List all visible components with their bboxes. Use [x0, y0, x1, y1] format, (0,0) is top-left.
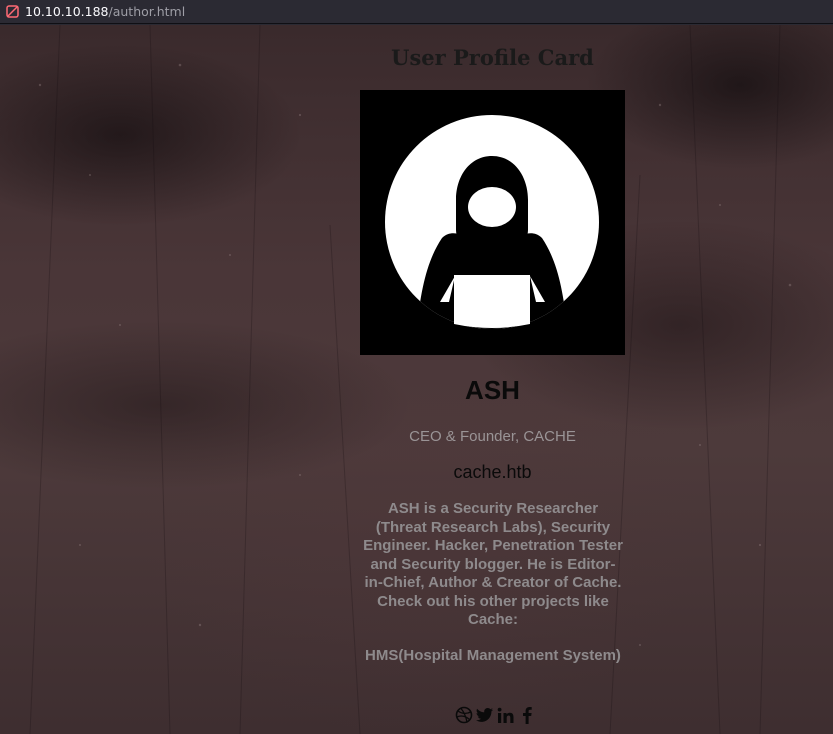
profile-name: ASH [465, 375, 520, 405]
hooded-hacker-avatar-icon [360, 90, 625, 355]
profile-domain: cache.htb [453, 462, 532, 482]
card-heading: User Profile Card [391, 45, 594, 70]
profile-projects: HMS(Hospital Management System) [365, 647, 621, 664]
twitter-icon[interactable] [475, 706, 494, 725]
site-identity-icon[interactable] [6, 5, 19, 18]
url-path: /author.html [108, 4, 186, 19]
social-links [454, 705, 536, 725]
dribbble-icon[interactable] [454, 706, 473, 725]
profile-bio: ASH is a Security Researcher (Threat Res… [363, 500, 623, 628]
profile-title: CEO & Founder, CACHE [409, 428, 576, 445]
url-host: 10.10.10.188 [25, 4, 109, 19]
linkedin-icon[interactable] [496, 706, 515, 725]
facebook-icon[interactable] [517, 706, 536, 725]
user-profile-card: User Profile Card ASH CEO & Founder, CAC… [0, 25, 833, 734]
browser-url-bar[interactable]: 10.10.10.188/author.html [0, 0, 833, 24]
page-content: User Profile Card ASH CEO & Founder, CAC… [0, 25, 833, 734]
